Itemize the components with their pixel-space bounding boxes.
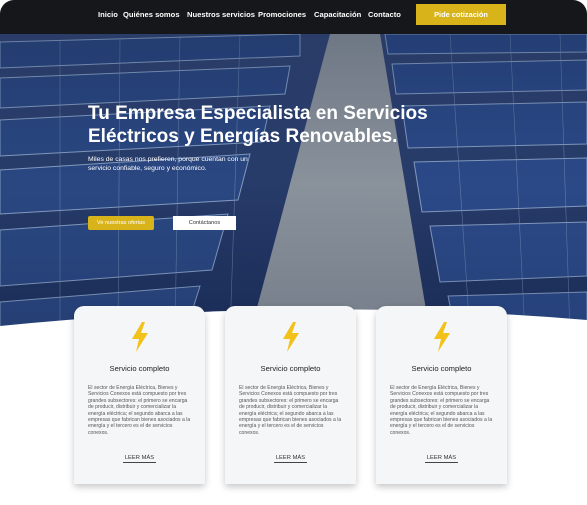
read-more-link[interactable]: LEER MÁS [376,455,507,463]
nav-item-capacitacion[interactable]: Capacitación [314,10,361,19]
nav-item-promociones[interactable]: Promociones [258,10,306,19]
service-card: Servicio completo El sector de Energía E… [376,306,507,484]
card-text: El sector de Energía Eléctrica, Bienes y… [239,385,342,436]
read-more-label[interactable]: LEER MÁS [273,455,308,463]
read-more-label[interactable]: LEER MÁS [122,455,157,463]
card-title: Servicio completo [260,364,321,373]
read-more-link[interactable]: LEER MÁS [74,455,205,463]
read-more-link[interactable]: LEER MÁS [225,455,356,463]
nav-item-quienes-somos[interactable]: Quiénes somos [123,10,180,19]
lightning-bolt-icon [132,322,148,352]
solar-panels-background [0,34,587,334]
top-navigation: Inicio Quiénes somos Nuestros servicios … [0,0,587,34]
hero-title: Tu Empresa Especialista en Servicios Elé… [88,103,428,147]
contact-button[interactable]: Contáctanos [173,216,236,230]
card-text: El sector de Energía Eléctrica, Bienes y… [390,385,493,436]
landing-page: Inicio Quiénes somos Nuestros servicios … [0,0,587,505]
service-card: Servicio completo El sector de Energía E… [225,306,356,484]
hero-section: Tu Empresa Especialista en Servicios Elé… [0,34,587,334]
lightning-bolt-icon [283,322,299,352]
service-card: Servicio completo El sector de Energía E… [74,306,205,484]
nav-item-contacto[interactable]: Contacto [368,10,401,19]
card-title: Servicio completo [109,364,170,373]
nav-item-nuestros-servicios[interactable]: Nuestros servicios [187,10,255,19]
lightning-bolt-icon [434,322,450,352]
card-text: El sector de Energía Eléctrica, Bienes y… [88,385,191,436]
offers-button[interactable]: Ve nuestras ofertas [88,216,154,230]
quote-button[interactable]: Pide cotización [416,4,506,25]
nav-item-inicio[interactable]: Inicio [98,10,118,19]
hero-subtitle: Miles de casas nos prefieren, porque cue… [88,156,248,172]
card-title: Servicio completo [411,364,472,373]
read-more-label[interactable]: LEER MÁS [424,455,459,463]
